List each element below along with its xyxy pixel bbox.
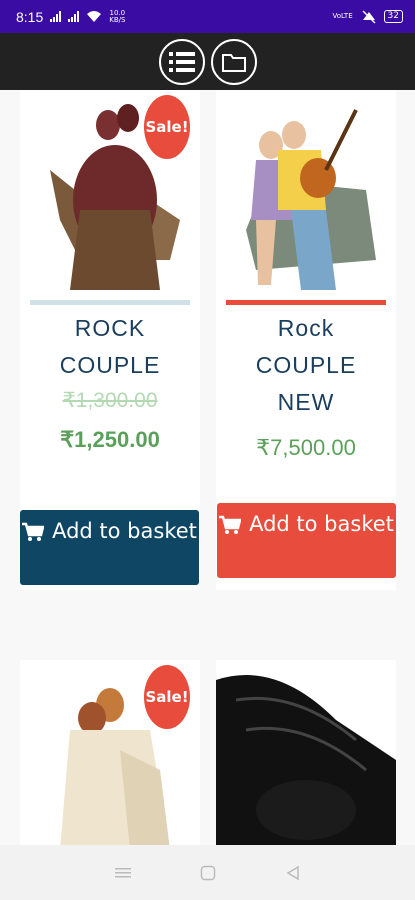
folder-icon [221, 53, 246, 72]
status-time: 8:15 [16, 8, 44, 25]
back-button[interactable] [281, 861, 305, 885]
status-bar: 8:15 10.0 KB/S VoLTE 32 [0, 0, 415, 33]
cart-icon [22, 522, 45, 541]
product-grid: Sale! ROCK COUPLE ₹1,300.00 ₹1,250.00 Ro… [0, 90, 415, 845]
folder-button[interactable] [210, 38, 257, 85]
signal-icon [68, 11, 80, 22]
menu-icon [114, 867, 131, 877]
product-image[interactable] [216, 660, 396, 845]
network-speed: 10.0 KB/S [109, 9, 126, 24]
button-label: Add to basket [52, 519, 197, 543]
cart-icon [219, 515, 242, 534]
product-image[interactable]: Sale! [20, 660, 200, 845]
product-title[interactable]: ROCK COUPLE [20, 310, 200, 384]
product-image[interactable] [216, 90, 396, 305]
product-card[interactable] [216, 660, 396, 845]
black-hands-figurine [216, 660, 396, 845]
top-header [0, 33, 415, 90]
product-title[interactable]: Rock COUPLE NEW [216, 310, 396, 421]
wifi-icon [87, 11, 102, 22]
home-button[interactable] [196, 861, 220, 885]
product-price: ₹1,250.00 [60, 427, 160, 452]
mute-icon [362, 9, 376, 24]
product-price: ₹7,500.00 [256, 435, 356, 460]
sale-badge: Sale! [144, 95, 190, 159]
add-to-basket-button[interactable]: Add to basket [20, 510, 199, 585]
button-label: Add to basket [249, 512, 394, 536]
sale-badge: Sale! [144, 665, 190, 729]
product-card[interactable]: Sale! [20, 660, 200, 845]
menu-button[interactable] [111, 861, 135, 885]
battery-icon: 32 [383, 10, 403, 23]
list-view-button[interactable] [158, 38, 205, 85]
back-icon [286, 865, 299, 880]
status-right: VoLTE 32 [332, 9, 403, 24]
list-icon [168, 51, 195, 72]
guitar-couple-figurine [216, 90, 396, 305]
status-left: 8:15 10.0 KB/S [16, 9, 125, 25]
speed-unit: KB/S [109, 15, 126, 24]
signal-icon [50, 11, 62, 22]
product-image[interactable]: Sale! [20, 90, 200, 305]
product-old-price: ₹1,300.00 [62, 389, 158, 412]
add-to-basket-button[interactable]: Add to basket [217, 503, 396, 578]
home-icon [200, 865, 215, 880]
volte-indicator: VoLTE [332, 12, 353, 20]
system-nav-bar [0, 845, 415, 900]
